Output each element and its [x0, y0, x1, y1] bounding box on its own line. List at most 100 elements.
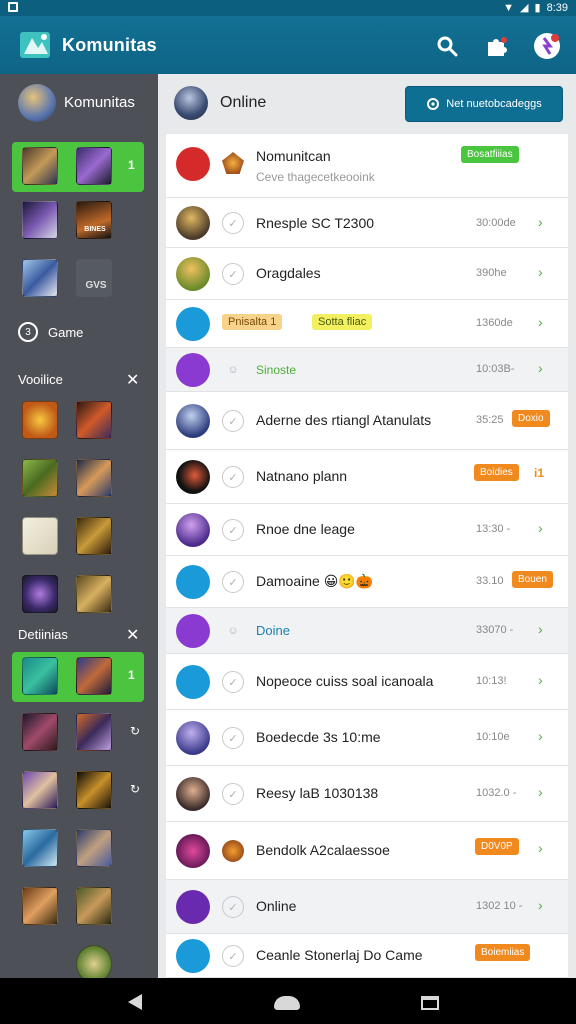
- chevron-right-icon[interactable]: ›: [538, 672, 543, 688]
- row-subtitle: Ceve thagecetkeooink: [256, 170, 375, 184]
- row-time: 33.10: [476, 575, 504, 587]
- list-item[interactable]: ☺ Doine 33070 - ›: [166, 608, 568, 654]
- status-badge: Bosatfiiias: [461, 146, 519, 163]
- sidebar-community-row[interactable]: [12, 570, 144, 620]
- refresh-icon[interactable]: ↻: [130, 724, 140, 738]
- app-title: Komunitas: [62, 35, 157, 55]
- puzzle-icon[interactable]: [481, 31, 511, 61]
- avatar: [176, 890, 210, 924]
- chevron-right-icon[interactable]: ›: [538, 784, 543, 800]
- list-item[interactable]: ☺ Sinoste 10:03B- ›: [166, 348, 568, 392]
- sidebar-community-row[interactable]: ↻: [12, 708, 144, 758]
- chevron-right-icon[interactable]: ›: [538, 897, 543, 913]
- check-icon[interactable]: ✓: [222, 783, 244, 805]
- list-item[interactable]: ✓ Boedecde 3s 10:me 10:10e ›: [166, 710, 568, 766]
- list-item[interactable]: Bendolk A2calaessoe D0V0P ›: [166, 822, 568, 880]
- recent-apps-icon[interactable]: [421, 996, 439, 1010]
- chevron-right-icon[interactable]: ›: [538, 360, 543, 376]
- sidebar-community-row[interactable]: [12, 824, 144, 874]
- chevron-right-icon[interactable]: ›: [538, 728, 543, 744]
- status-time: 8:39: [546, 1, 568, 14]
- section-label: Vooilice: [18, 372, 63, 387]
- list-item[interactable]: ✓ Aderne des rtiangl Atanulats 35:25 Dox…: [166, 392, 568, 450]
- sidebar-community-row[interactable]: GVS: [12, 254, 144, 304]
- close-icon[interactable]: ✕: [126, 625, 139, 645]
- check-icon[interactable]: ✓: [222, 945, 244, 967]
- game-thumbnail: [76, 517, 112, 555]
- game-logo-icon: [76, 259, 112, 297]
- content-header: Online Net nuetobcadeggs: [158, 74, 576, 132]
- chevron-right-icon[interactable]: ›: [538, 621, 543, 637]
- sidebar-game-link[interactable]: 3 Game: [18, 322, 83, 342]
- game-thumbnail: [22, 829, 58, 867]
- info-icon[interactable]: i1: [534, 466, 544, 480]
- sidebar-community-row[interactable]: [12, 512, 144, 562]
- check-icon[interactable]: ✓: [222, 571, 244, 593]
- game-icon: 3: [18, 322, 38, 342]
- check-icon[interactable]: ✓: [222, 466, 244, 488]
- sidebar-community-row[interactable]: ↻: [12, 766, 144, 816]
- row-title: Reesy laB 1030138: [256, 785, 379, 801]
- row-title: Oragdales: [256, 265, 321, 281]
- list-item[interactable]: Nomunitcan Ceve thagecetkeooink Bosatfii…: [166, 134, 568, 198]
- chevron-right-icon[interactable]: ›: [538, 214, 543, 230]
- list-item[interactable]: ✓ Damoaine 😀🙂🎃 33.10 Bouen: [166, 556, 568, 608]
- new-post-button[interactable]: Net nuetobcadeggs: [405, 86, 563, 122]
- game-thumbnail: [76, 401, 112, 439]
- row-time: 1302 10 -: [476, 900, 523, 912]
- sidebar-community-row[interactable]: [12, 396, 144, 446]
- avatar: [176, 721, 210, 755]
- check-icon[interactable]: ✓: [222, 212, 244, 234]
- refresh-icon[interactable]: ↻: [130, 782, 140, 796]
- game-thumbnail: [76, 829, 112, 867]
- sidebar-community-row-active[interactable]: 1: [12, 652, 144, 702]
- back-icon[interactable]: [128, 994, 142, 1010]
- row-time: 1032.0 -: [476, 787, 517, 799]
- sidebar-community-row-active[interactable]: 1: [12, 142, 144, 192]
- avatar: [176, 404, 210, 438]
- list-item[interactable]: ✓ Natnano plann Boidies i1: [166, 450, 568, 504]
- row-title-text: Damoaine: [256, 573, 320, 589]
- sidebar-header[interactable]: Komunitas: [0, 74, 158, 132]
- sidebar-community-row[interactable]: BINES: [12, 196, 144, 246]
- search-icon[interactable]: [432, 31, 462, 61]
- list-item[interactable]: ✓ Online 1302 10 - ›: [166, 880, 568, 934]
- row-time: 33070 -: [476, 624, 514, 636]
- check-icon[interactable]: ✓: [222, 263, 244, 285]
- chevron-right-icon[interactable]: ›: [538, 314, 543, 330]
- list-item[interactable]: ✓ Rnoe dne leage 13:30 - ›: [166, 504, 568, 556]
- close-icon[interactable]: ✕: [126, 370, 139, 390]
- list-item[interactable]: Pnisalta 1 Sotta fliac 1360de ›: [166, 300, 568, 348]
- sidebar-community-row[interactable]: [12, 454, 144, 504]
- avatar: [176, 939, 210, 973]
- chevron-right-icon[interactable]: ›: [538, 264, 543, 280]
- row-title: Sinoste: [256, 363, 297, 377]
- check-icon[interactable]: ✓: [222, 671, 244, 693]
- check-icon[interactable]: ✓: [222, 519, 244, 541]
- new-post-label: Net nuetobcadeggs: [446, 98, 542, 110]
- chevron-right-icon[interactable]: ›: [538, 520, 543, 536]
- chevron-right-icon[interactable]: ›: [538, 840, 543, 856]
- section-label: Detiinias: [18, 627, 68, 642]
- sidebar-community-row[interactable]: [12, 882, 144, 932]
- avatar: [176, 513, 210, 547]
- game-thumbnail: [76, 201, 112, 239]
- list-item[interactable]: ✓ Reesy laB 1030138 1032.0 - ›: [166, 766, 568, 822]
- game-thumbnail: [76, 657, 112, 695]
- unread-count: 1: [128, 158, 135, 172]
- game-label: Game: [48, 324, 84, 340]
- check-icon[interactable]: ✓: [222, 727, 244, 749]
- home-icon[interactable]: [274, 996, 300, 1010]
- game-thumbnail: [22, 713, 58, 751]
- list-item[interactable]: ✓ Rnesple SC T2300 30:00de ›: [166, 198, 568, 248]
- profile-icon[interactable]: [532, 31, 562, 61]
- chat-icon: ☺: [227, 625, 239, 637]
- list-item[interactable]: ✓ Oragdales 390he ›: [166, 248, 568, 300]
- list-item[interactable]: ✓ Nopeoce cuiss soal icanoala 10:13! ›: [166, 654, 568, 710]
- list-item[interactable]: ✓ Ceanle Stonerlaj Do Came Boiemiias: [166, 934, 568, 978]
- check-icon[interactable]: ✓: [222, 896, 244, 918]
- game-thumbnail: [76, 771, 112, 809]
- check-icon[interactable]: ✓: [222, 410, 244, 432]
- share-icon: [427, 98, 440, 110]
- avatar: [176, 147, 210, 181]
